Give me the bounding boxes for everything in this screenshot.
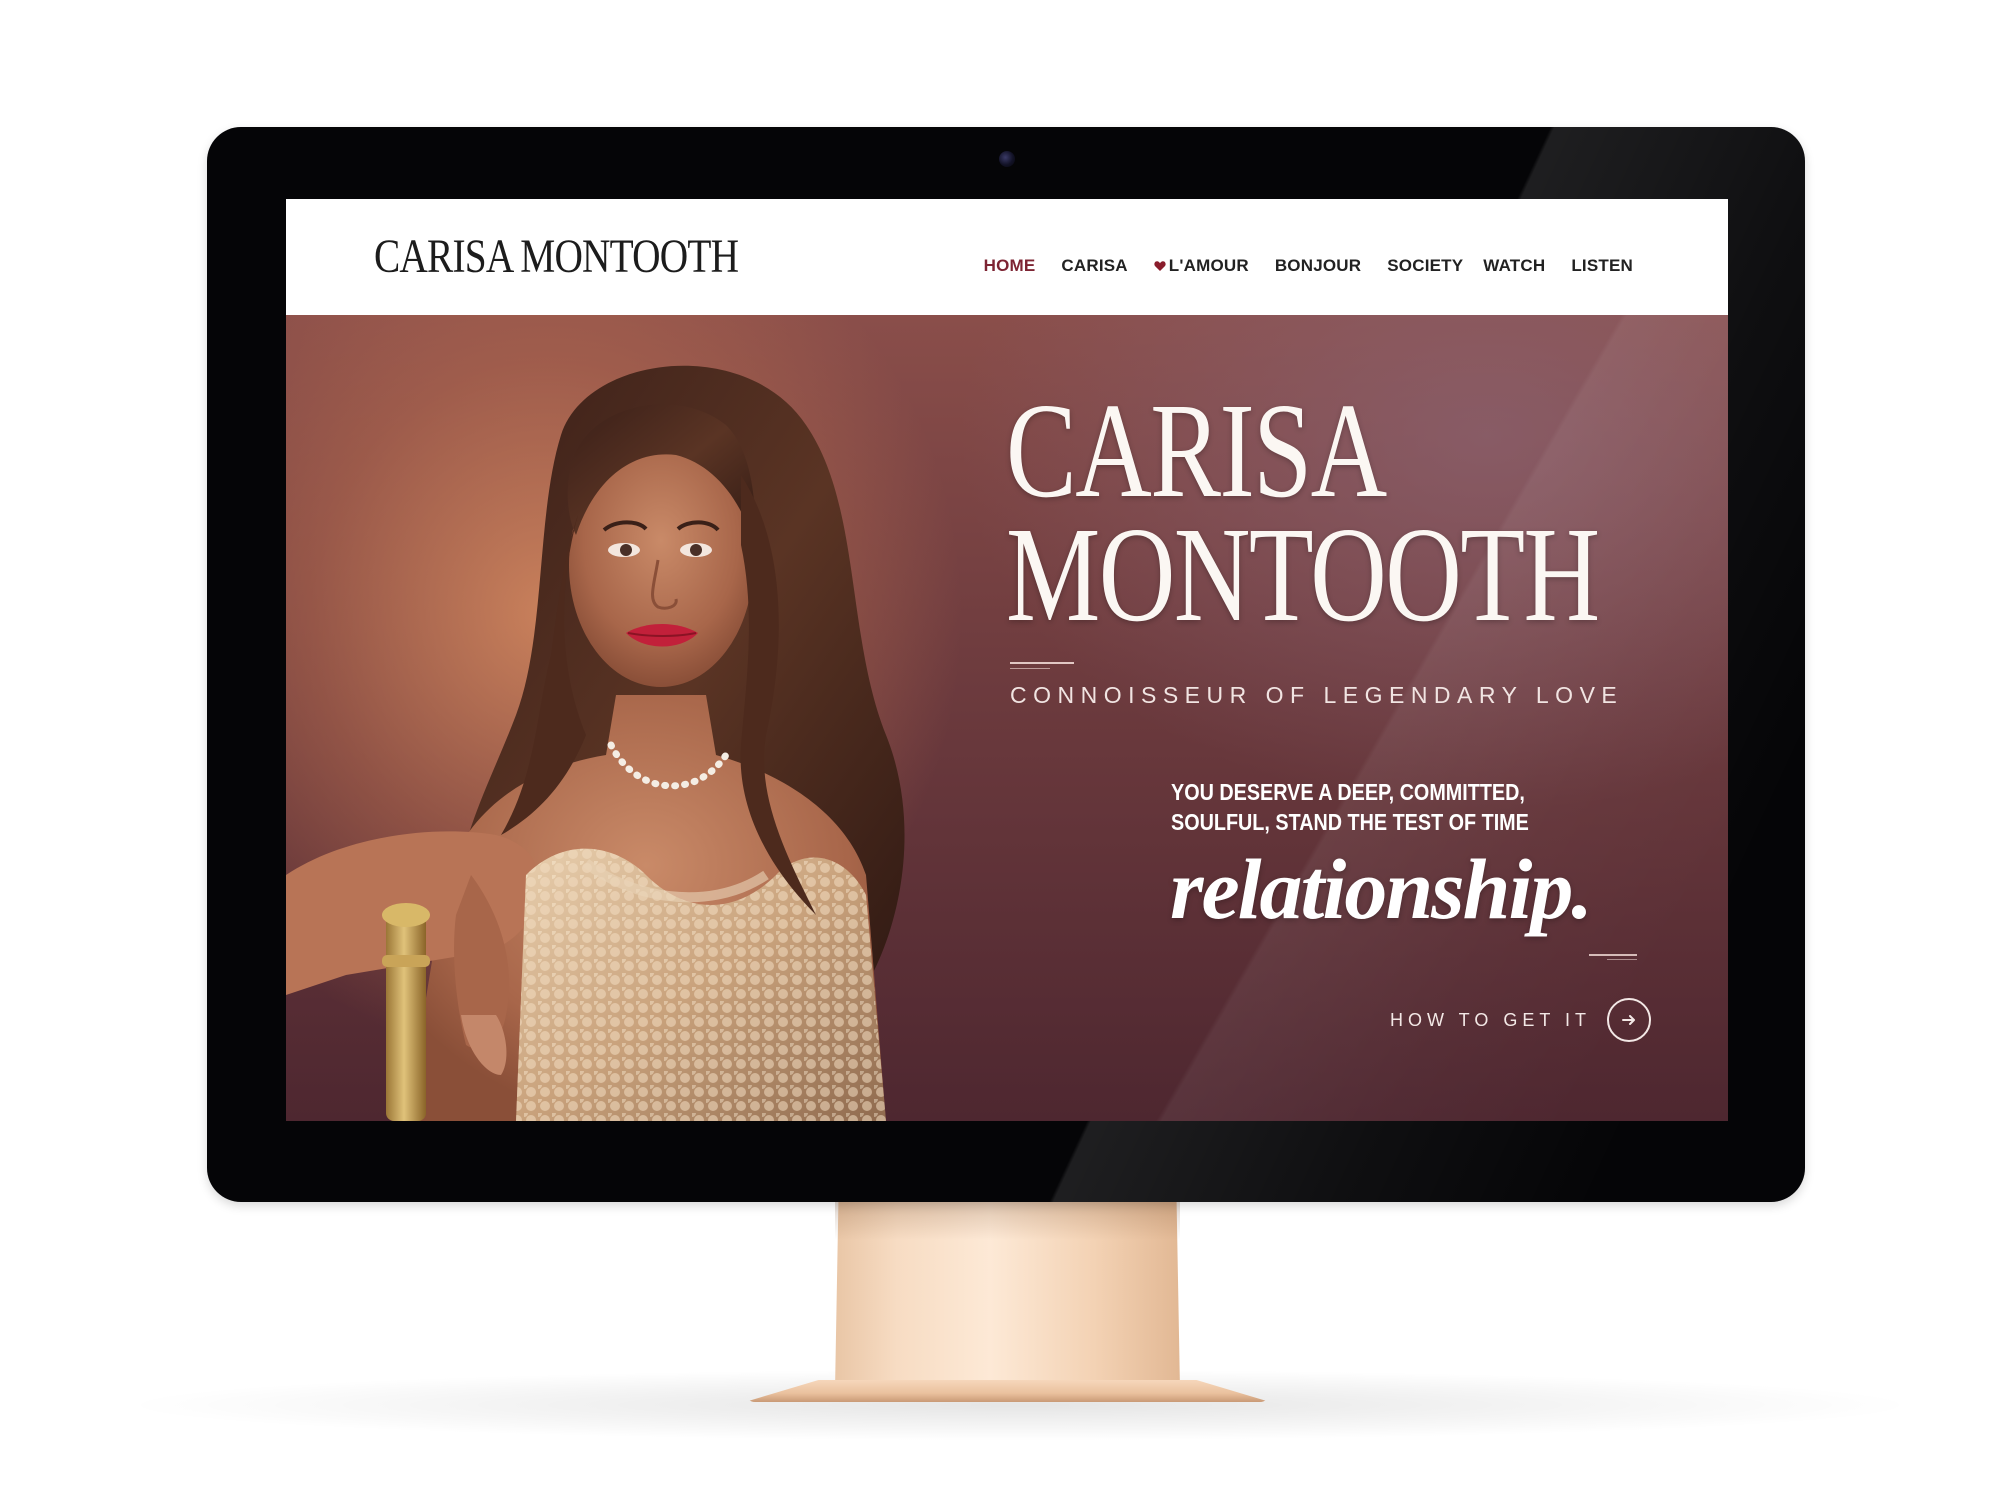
cta-divider [1589, 954, 1637, 960]
cta-label: HOW TO GET IT [1390, 1009, 1592, 1030]
nav-item-label: L'AMOUR [1168, 256, 1249, 275]
nav-item-label: HOME [983, 256, 1036, 275]
site-header: CARISA MONTOOTH HOME CARISA L'AMOUR BONJ… [286, 199, 1728, 315]
hero-title-line2: MONTOOTH [1006, 500, 1600, 650]
site-logo[interactable]: CARISA MONTOOTH [374, 229, 739, 284]
hero-section: CARISA MONTOOTH CONNOISSEUR OF LEGENDARY… [286, 315, 1728, 1121]
nav-item-label: SOCIETY [1387, 256, 1464, 275]
nav-item-listen[interactable]: LISTEN [1571, 256, 1633, 276]
hero-pitch-script: relationship. [1170, 841, 1593, 937]
nav-item-label: CARISA [1061, 256, 1128, 275]
title-divider [1010, 662, 1074, 669]
nav-item-bonjour[interactable]: BONJOUR [1275, 256, 1361, 276]
website-screen: CARISA MONTOOTH HOME CARISA L'AMOUR BONJ… [286, 199, 1728, 1121]
arrow-right-icon[interactable] [1607, 998, 1652, 1042]
hero-tagline: CONNOISSEUR OF LEGENDARY LOVE [1010, 682, 1624, 708]
monitor-stand-shadow [835, 1200, 1180, 1240]
nav-item-label: WATCH [1483, 256, 1546, 275]
how-to-get-it-button[interactable]: HOW TO GET IT [1390, 998, 1652, 1042]
nav-item-carisa[interactable]: CARISA [1061, 256, 1127, 276]
monitor-stand-base [745, 1380, 1270, 1402]
hero-title: CARISA MONTOOTH [1006, 376, 1600, 650]
nav-item-society[interactable]: SOCIETY [1387, 256, 1463, 276]
nav-item-label: BONJOUR [1274, 256, 1362, 275]
hero-pitch: YOU DESERVE A DEEP, COMMITTED, SOULFUL, … [1171, 777, 1529, 837]
main-nav: HOME CARISA L'AMOUR BONJOUR SOCIETY WATC… [958, 256, 1633, 276]
hero-pitch-line1: YOU DESERVE A DEEP, COMMITTED, [1171, 779, 1525, 805]
nav-item-watch[interactable]: WATCH [1483, 256, 1545, 276]
nav-item-home[interactable]: HOME [984, 256, 1036, 276]
portrait-image [286, 365, 905, 1121]
heart-icon [1154, 260, 1166, 272]
webcam-icon [999, 151, 1015, 167]
hero-title-line1: CARISA [1006, 376, 1387, 526]
nav-item-lamour[interactable]: L'AMOUR [1154, 256, 1249, 276]
nav-item-label: LISTEN [1571, 256, 1633, 275]
hero-pitch-line2: SOULFUL, STAND THE TEST OF TIME [1171, 809, 1529, 835]
